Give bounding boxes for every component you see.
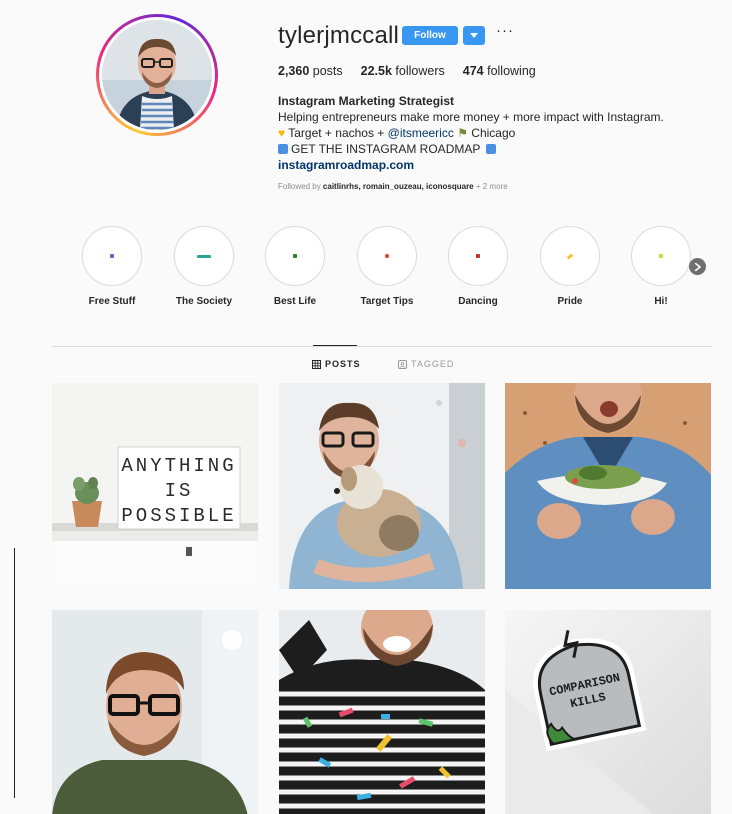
followed-by-more: + 2 more — [475, 182, 508, 191]
profile-stats: 2,360 posts 22.5k followers 474 followin… — [278, 64, 536, 78]
highlight-label: Target Tips — [360, 296, 414, 307]
following-stat[interactable]: 474 following — [463, 64, 536, 78]
followed-by[interactable]: Followed by caitlinrhs, romain_ouzeau, i… — [278, 182, 508, 191]
down-arrow-icon — [486, 144, 497, 154]
highlights-next-button[interactable] — [689, 258, 706, 275]
highlight-cover — [357, 226, 417, 286]
sign-line-2: IS — [165, 480, 194, 502]
highlight-pride[interactable]: Pride — [538, 226, 602, 307]
grid-icon — [312, 359, 321, 369]
post-image — [279, 383, 485, 589]
window-edge-divider — [14, 548, 15, 798]
followers-count: 22.5k — [360, 64, 392, 78]
website-link[interactable]: instagramroadmap.com — [278, 157, 678, 173]
story-ring[interactable] — [96, 14, 218, 136]
highlight-cover — [631, 226, 691, 286]
post-lightbox-sign[interactable]: ANYTHING IS POSSIBLE — [52, 383, 258, 589]
active-tab-indicator — [313, 345, 357, 346]
bio-roadmap-text: GET THE INSTAGRAM ROADMAP — [291, 142, 481, 156]
heart-icon: ♥ — [278, 126, 286, 140]
tag-user-icon — [398, 359, 407, 369]
profile-page: tylerjmccall Follow ··· 2,360 posts 22.5… — [0, 0, 732, 814]
chevron-right-icon — [694, 262, 701, 271]
highlight-label: Hi! — [654, 296, 668, 307]
post-comparison-kills-sticker[interactable]: COMPARISON KILLS — [505, 610, 711, 814]
highlight-cover — [540, 226, 600, 286]
highlight-cover — [448, 226, 508, 286]
bio-line-2-text: Target + nachos + — [288, 126, 388, 140]
highlight-target-tips[interactable]: Target Tips — [355, 226, 419, 307]
post-image: COMPARISON KILLS — [505, 610, 711, 814]
posts-label: posts — [312, 64, 343, 78]
highlight-label: Free Stuff — [88, 296, 136, 307]
following-count: 474 — [462, 64, 484, 78]
post-man-holding-dog[interactable] — [279, 383, 485, 589]
highlight-cover — [82, 226, 142, 286]
following-label: following — [487, 64, 536, 78]
post-man-holding-bowl[interactable] — [505, 383, 711, 589]
highlight-the-society[interactable]: The Society — [172, 226, 236, 307]
highlight-label: Best Life — [273, 296, 317, 307]
story-highlights: Free Stuff The Society Best Life Target … — [80, 226, 720, 316]
username: tylerjmccall — [278, 22, 400, 49]
bio-city: Chicago — [471, 126, 516, 140]
highlight-label: The Society — [175, 296, 233, 307]
highlight-best-life[interactable]: Best Life — [263, 226, 327, 307]
tab-posts[interactable]: POSTS — [312, 359, 361, 369]
follow-button[interactable]: Follow — [402, 26, 458, 45]
suggestions-dropdown-button[interactable] — [463, 26, 485, 45]
followed-by-prefix: Followed by — [278, 182, 321, 191]
bio-line-2: ♥ Target + nachos + @itsmeericc ⚑ Chicag… — [278, 125, 678, 141]
highlight-label: Dancing — [458, 296, 498, 307]
mention-link[interactable]: @itsmeericc — [388, 126, 454, 140]
tabs-divider — [52, 346, 712, 347]
chevron-down-icon — [470, 32, 478, 38]
bio: Instagram Marketing Strategist Helping e… — [278, 93, 678, 173]
down-arrow-icon — [278, 144, 288, 154]
highlight-dancing[interactable]: Dancing — [446, 226, 510, 307]
more-options-button[interactable]: ··· — [496, 22, 514, 39]
post-man-confetti[interactable] — [279, 610, 485, 814]
highlight-hi[interactable]: Hi! — [629, 226, 693, 307]
post-image — [505, 383, 711, 589]
avatar[interactable] — [102, 20, 212, 130]
post-image — [279, 610, 485, 814]
tab-tagged[interactable]: TAGGED — [398, 359, 454, 369]
followed-by-users: caitlinrhs, romain_ouzeau, iconosquare — [322, 182, 474, 191]
bio-name: Instagram Marketing Strategist — [278, 94, 455, 108]
bio-line-3: GET THE INSTAGRAM ROADMAP — [278, 141, 678, 157]
followers-label: followers — [395, 64, 445, 78]
building-icon: ⚑ — [457, 126, 468, 140]
followers-stat[interactable]: 22.5k followers — [361, 64, 445, 78]
post-man-portrait[interactable] — [52, 610, 258, 814]
sign-line-3: POSSIBLE — [121, 505, 236, 527]
posts-count: 2,360 — [278, 64, 310, 78]
highlight-cover — [174, 226, 234, 286]
bio-line-1: Helping entrepreneurs make more money + … — [278, 110, 664, 124]
highlight-label: Pride — [557, 296, 583, 307]
tab-tagged-label: TAGGED — [411, 359, 455, 369]
tab-posts-label: POSTS — [325, 359, 361, 369]
post-image: ANYTHING IS POSSIBLE — [52, 383, 258, 589]
highlight-cover — [265, 226, 325, 286]
posts-stat: 2,360 posts — [278, 64, 343, 78]
highlight-free-stuff[interactable]: Free Stuff — [80, 226, 144, 307]
post-image — [52, 610, 258, 814]
sign-line-1: ANYTHING — [121, 455, 236, 477]
